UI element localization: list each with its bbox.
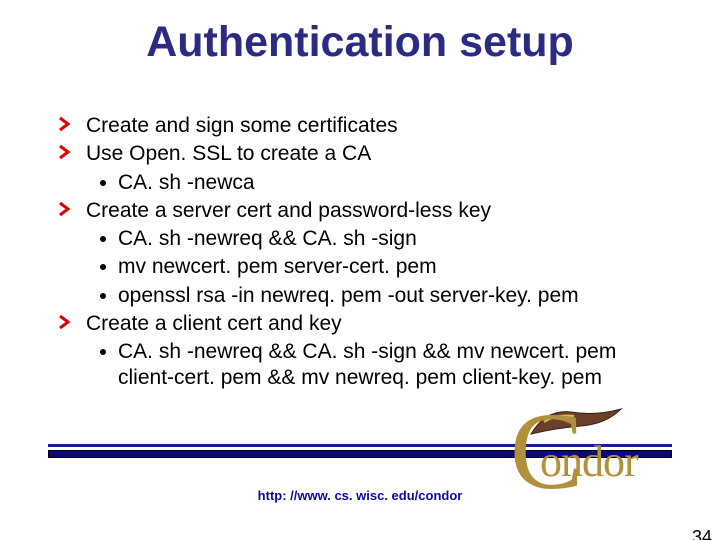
sub-bullet-item: CA. sh -newreq && CA. sh -sign: [58, 226, 670, 252]
slide: Authentication setup Create and sign som…: [0, 18, 720, 540]
footer-url: http: //www. cs. wisc. edu/condor: [0, 488, 720, 503]
sub-bullet-item: mv newcert. pem server-cert. pem: [58, 254, 670, 280]
sub-bullet-item: CA. sh -newreq && CA. sh -sign && mv new…: [58, 339, 670, 392]
slide-title: Authentication setup: [0, 18, 720, 67]
bullet-text: Create a client cert and key: [86, 312, 342, 335]
bullet-text: Create and sign some certificates: [86, 114, 398, 137]
page-number: 34: [692, 527, 712, 540]
sub-bullet-text: openssl rsa -in newreq. pem -out server-…: [118, 284, 579, 307]
dot-icon: [100, 293, 106, 299]
chevron-icon: [58, 201, 72, 217]
chevron-icon: [58, 144, 72, 160]
sub-bullet-item: openssl rsa -in newreq. pem -out server-…: [58, 283, 670, 309]
bullet-item: Create a server cert and password-less k…: [58, 198, 670, 224]
sub-bullet-item: CA. sh -newca: [58, 170, 670, 196]
divider-group: [0, 444, 720, 458]
dot-icon: [100, 236, 106, 242]
thick-rule: [48, 450, 672, 458]
bullet-item: Use Open. SSL to create a CA: [58, 141, 670, 167]
dot-icon: [100, 264, 106, 270]
bullet-item: Create a client cert and key: [58, 311, 670, 337]
eagle-head-icon: [526, 404, 626, 444]
sub-bullet-text: CA. sh -newreq && CA. sh -sign && mv new…: [118, 340, 616, 389]
chevron-icon: [58, 116, 72, 132]
sub-bullet-text: CA. sh -newca: [118, 171, 255, 194]
sub-bullet-text: mv newcert. pem server-cert. pem: [118, 255, 437, 278]
slide-content: Create and sign some certificates Use Op…: [58, 113, 670, 394]
sub-bullet-text: CA. sh -newreq && CA. sh -sign: [118, 227, 417, 250]
thin-rule: [48, 444, 672, 447]
bullet-text: Use Open. SSL to create a CA: [86, 142, 371, 165]
bullet-text: Create a server cert and password-less k…: [86, 199, 491, 222]
chevron-icon: [58, 314, 72, 330]
dot-icon: [100, 180, 106, 186]
condor-logo: C ondor: [516, 402, 696, 522]
dot-icon: [100, 349, 106, 355]
bullet-item: Create and sign some certificates: [58, 113, 670, 139]
